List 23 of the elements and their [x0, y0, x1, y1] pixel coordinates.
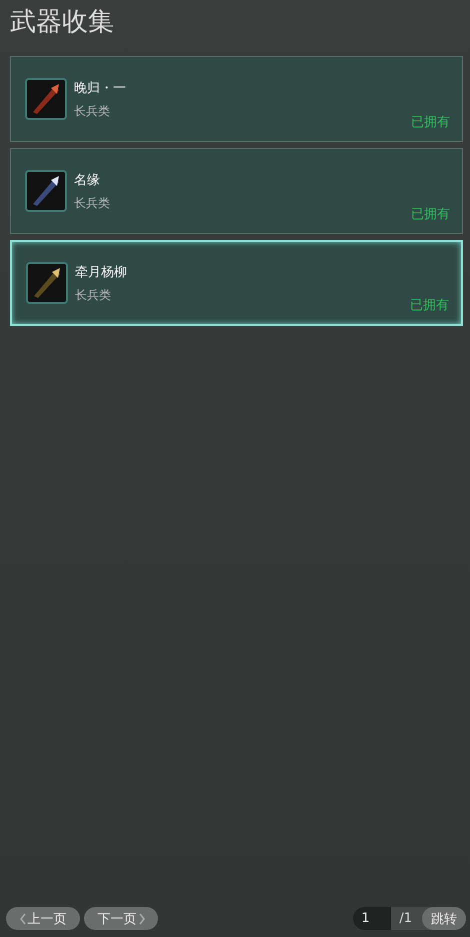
chevron-left-icon: [20, 912, 26, 924]
weapon-card[interactable]: 牵月杨柳 长兵类 已拥有: [10, 240, 463, 326]
weapon-name: 牵月杨柳: [75, 264, 127, 280]
weapon-category: 长兵类: [74, 102, 111, 120]
page-title: 武器收集: [10, 6, 115, 39]
weapon-card[interactable]: 名缘 长兵类 已拥有: [10, 148, 463, 234]
owned-status: 已拥有: [411, 114, 450, 131]
chevron-right-icon: [138, 912, 144, 924]
weapon-category: 长兵类: [74, 194, 110, 212]
previous-page-button[interactable]: 上一页: [6, 907, 80, 930]
weapon-name: 晚归・一: [74, 80, 126, 96]
owned-status: 已拥有: [410, 297, 449, 314]
weapon-icon: [25, 78, 67, 120]
page-total: /1: [398, 911, 413, 926]
weapon-icon: [25, 170, 67, 212]
next-page-button[interactable]: 下一页: [84, 907, 158, 930]
jump-button[interactable]: 跳转: [422, 907, 466, 930]
weapon-card[interactable]: 晚归・一 长兵类 已拥有: [10, 56, 463, 142]
weapon-icon: [26, 262, 68, 304]
owned-status: 已拥有: [411, 206, 450, 223]
page-number-field[interactable]: 1: [353, 907, 392, 930]
weapon-category: 长兵类: [75, 286, 112, 304]
weapon-name: 名缘: [74, 172, 101, 188]
